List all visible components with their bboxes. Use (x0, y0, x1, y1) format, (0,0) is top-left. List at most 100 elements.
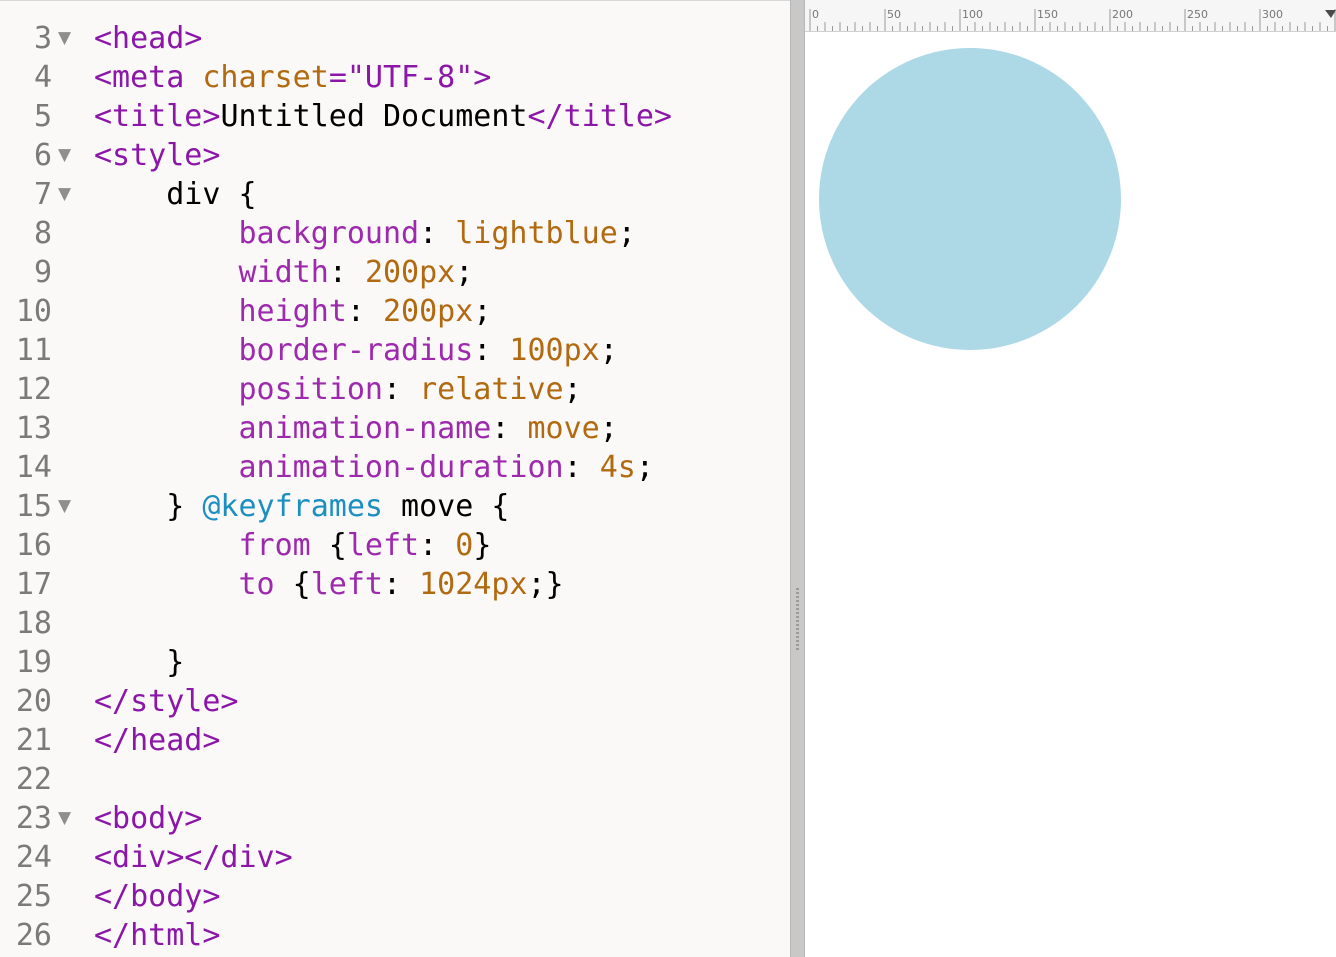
ruler-marker-icon (1325, 10, 1336, 18)
code-line[interactable]: 12 position: relative; (0, 370, 790, 409)
code-line[interactable]: 22 (0, 760, 790, 799)
code-token: relative (419, 372, 564, 407)
code-line[interactable]: 6 ▼ <style> (0, 136, 790, 175)
code-token: ; (455, 255, 474, 290)
splitter-handle[interactable] (790, 0, 805, 957)
code-text: <head> (94, 19, 202, 58)
code-text: </html> (94, 916, 220, 955)
line-number: 24 (15, 840, 52, 875)
code-token: : (563, 450, 600, 485)
code-line[interactable]: 19 } (0, 643, 790, 682)
code-line[interactable]: 15 ▼ } @keyframes move { (0, 487, 790, 526)
code-line[interactable]: 4 <meta charset="UTF-8"> (0, 58, 790, 97)
line-number: 20 (15, 684, 52, 719)
code-token: ="UTF-8"> (328, 60, 492, 95)
code-line[interactable]: 10 height: 200px; (0, 292, 790, 331)
line-number: 26 (15, 918, 52, 953)
code-line[interactable]: 20 </style> (0, 682, 790, 721)
code-token: ; (617, 216, 636, 251)
line-number: 13 (15, 411, 52, 446)
code-token: animation-name (94, 411, 492, 446)
line-number: 18 (15, 606, 52, 641)
code-line[interactable]: 21 </head> (0, 721, 790, 760)
code-token: 4s (599, 450, 636, 485)
code-token: ; (473, 294, 492, 329)
code-text: animation-name: move; (94, 409, 618, 448)
ruler-scale: 0 50 100 150 200 250 300 (809, 8, 1336, 31)
line-number: 9 (33, 255, 52, 290)
fold-toggle-icon[interactable]: ▼ (58, 799, 71, 838)
code-text: <title>Untitled Document</title> (94, 97, 672, 136)
code-line[interactable]: 17 to {left: 1024px;} (0, 565, 790, 604)
code-text: height: 200px; (94, 292, 491, 331)
code-line[interactable]: 8 background: lightblue; (0, 214, 790, 253)
code-token: : (491, 411, 528, 446)
code-line[interactable]: 16 from {left: 0} (0, 526, 790, 565)
code-line[interactable]: 5 <title>Untitled Document</title> (0, 97, 790, 136)
ruler-label: 150 (1037, 8, 1058, 21)
code-line[interactable]: 3 ▼ <head> (0, 19, 790, 58)
code-token: : (473, 333, 510, 368)
code-token: : (328, 255, 365, 290)
code-token: ; (599, 411, 618, 446)
code-token: ; (599, 333, 618, 368)
code-editor[interactable]: 3 ▼ <head> 4 <meta charset="UTF-8"> 5 <title>U… (0, 0, 790, 957)
code-token: <title> (94, 99, 221, 134)
fold-toggle-icon[interactable]: ▼ (58, 136, 71, 175)
code-token: left (346, 528, 420, 563)
code-line[interactable]: 14 animation-duration: 4s; (0, 448, 790, 487)
code-text: </style> (94, 682, 239, 721)
code-line[interactable]: 24 <div></div> (0, 838, 790, 877)
code-token: ; (635, 450, 654, 485)
line-number: 10 (15, 294, 52, 329)
code-line[interactable]: 13 animation-name: move; (0, 409, 790, 448)
fold-toggle-icon[interactable]: ▼ (58, 175, 71, 214)
line-number: 17 (15, 567, 52, 602)
code-token: move { (383, 489, 510, 524)
line-number: 23 (15, 801, 52, 836)
code-token: { (310, 528, 347, 563)
code-text: width: 200px; (94, 253, 473, 292)
code-token: </title> (527, 99, 672, 134)
code-line[interactable]: 25 </body> (0, 877, 790, 916)
code-line[interactable]: 23 ▼ <body> (0, 799, 790, 838)
code-token: </html> (94, 918, 221, 953)
code-text: <meta charset="UTF-8"> (94, 58, 491, 97)
code-text: from {left: 0} (94, 526, 491, 565)
line-number: 19 (15, 645, 52, 680)
line-number: 25 (15, 879, 52, 914)
ruler-label: 0 (812, 8, 819, 21)
line-number: 11 (15, 333, 52, 368)
code-token: move (527, 411, 600, 446)
code-token: Untitled Document (220, 99, 528, 134)
ruler-label: 300 (1262, 8, 1283, 21)
code-token: border-radius (94, 333, 474, 368)
code-token: : (382, 372, 420, 407)
live-preview[interactable]: 0 50 100 150 200 250 300 (805, 0, 1336, 957)
code-token: } (94, 645, 185, 680)
code-token: background (94, 216, 420, 251)
code-token: </head> (94, 723, 221, 758)
fold-toggle-icon[interactable]: ▼ (58, 19, 71, 58)
code-line[interactable]: 7 ▼ div { (0, 175, 790, 214)
line-number: 7 (33, 177, 52, 212)
ruler-label: 50 (887, 8, 901, 21)
code-token: <meta (94, 60, 203, 95)
code-text: animation-duration: 4s; (94, 448, 654, 487)
code-token: ; (563, 372, 582, 407)
fold-toggle-icon[interactable]: ▼ (58, 487, 71, 526)
line-number: 8 (33, 216, 52, 251)
code-text: background: lightblue; (94, 214, 636, 253)
code-text: border-radius: 100px; (94, 331, 618, 370)
code-line[interactable]: 11 border-radius: 100px; (0, 331, 790, 370)
code-token: div { (94, 177, 257, 212)
code-line[interactable]: 18 (0, 604, 790, 643)
code-line[interactable]: 26 </html> (0, 916, 790, 955)
code-token: 200px (364, 255, 456, 290)
code-text: } (94, 643, 184, 682)
code-token: ;} (527, 567, 564, 602)
code-token: 1024px (419, 567, 528, 602)
code-token: position (94, 372, 383, 407)
code-line[interactable]: 9 width: 200px; (0, 253, 790, 292)
code-token: left (310, 567, 383, 602)
